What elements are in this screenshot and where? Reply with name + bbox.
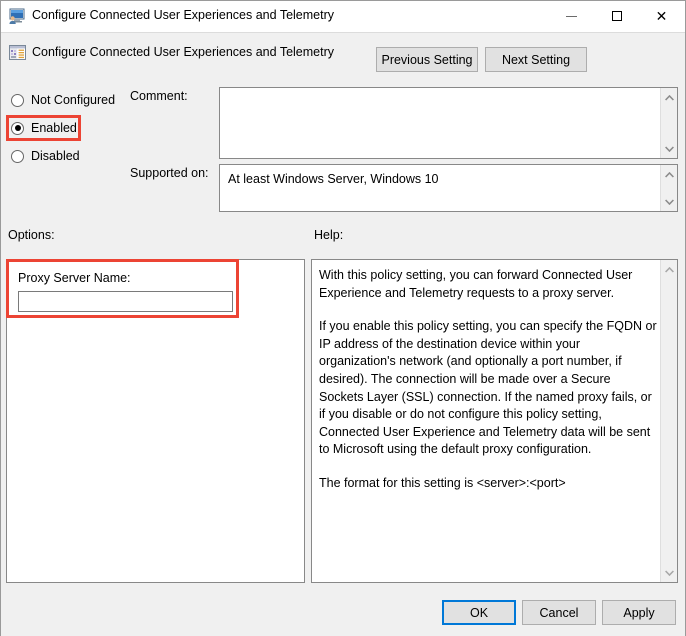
supported-on-scrollbar[interactable] — [660, 165, 677, 211]
supported-on-box: At least Windows Server, Windows 10 — [219, 164, 678, 212]
radio-mark-selected-icon — [11, 122, 24, 135]
minimize-button[interactable] — [549, 1, 594, 31]
radio-enabled[interactable]: Enabled — [11, 119, 77, 137]
help-scrollbar[interactable] — [660, 260, 677, 582]
help-text: With this policy setting, you can forwar… — [319, 267, 657, 493]
scroll-up-icon[interactable] — [661, 261, 677, 278]
supported-on-label: Supported on: — [130, 166, 209, 180]
scroll-down-icon[interactable] — [661, 564, 677, 581]
radio-label-disabled: Disabled — [31, 149, 80, 163]
help-panel: With this policy setting, you can forwar… — [311, 259, 678, 583]
ok-button[interactable]: OK — [442, 600, 516, 625]
scroll-down-icon[interactable] — [661, 193, 677, 210]
help-paragraph: With this policy setting, you can forwar… — [319, 267, 657, 302]
radio-not-configured[interactable]: Not Configured — [11, 91, 115, 109]
help-paragraph: The format for this setting is <server>:… — [319, 475, 657, 493]
close-button[interactable]: ✕ — [639, 1, 684, 31]
scroll-down-icon[interactable] — [661, 140, 677, 157]
maximize-icon — [612, 11, 622, 21]
options-panel: Proxy Server Name: — [6, 259, 305, 583]
radio-label-not-configured: Not Configured — [31, 93, 115, 107]
radio-mark-icon — [11, 94, 24, 107]
radio-label-enabled: Enabled — [31, 121, 77, 135]
minimize-icon — [566, 16, 577, 17]
comment-label: Comment: — [130, 89, 188, 103]
close-icon: ✕ — [656, 9, 668, 23]
comment-scrollbar[interactable] — [660, 88, 677, 158]
monitor-user-icon — [8, 7, 26, 25]
scroll-up-icon[interactable] — [661, 89, 677, 106]
cancel-button[interactable]: Cancel — [522, 600, 596, 625]
apply-button[interactable]: Apply — [602, 600, 676, 625]
radio-disabled[interactable]: Disabled — [11, 147, 80, 165]
comment-textarea[interactable] — [219, 87, 678, 159]
maximize-button[interactable] — [594, 1, 639, 31]
setting-name: Configure Connected User Experiences and… — [32, 45, 334, 59]
previous-setting-button[interactable]: Previous Setting — [376, 47, 478, 72]
scroll-up-icon[interactable] — [661, 166, 677, 183]
policy-setting-icon — [9, 44, 26, 61]
window-title: Configure Connected User Experiences and… — [32, 8, 334, 22]
proxy-server-name-input[interactable] — [18, 291, 233, 312]
next-setting-button[interactable]: Next Setting — [485, 47, 587, 72]
radio-mark-icon — [11, 150, 24, 163]
options-label: Options: — [8, 228, 55, 242]
policy-setting-dialog: Configure Connected User Experiences and… — [0, 0, 686, 636]
title-bar: Configure Connected User Experiences and… — [1, 1, 685, 33]
proxy-server-name-label: Proxy Server Name: — [18, 271, 131, 285]
help-paragraph: If you enable this policy setting, you c… — [319, 318, 657, 459]
help-label: Help: — [314, 228, 343, 242]
supported-on-value: At least Windows Server, Windows 10 — [228, 172, 439, 186]
